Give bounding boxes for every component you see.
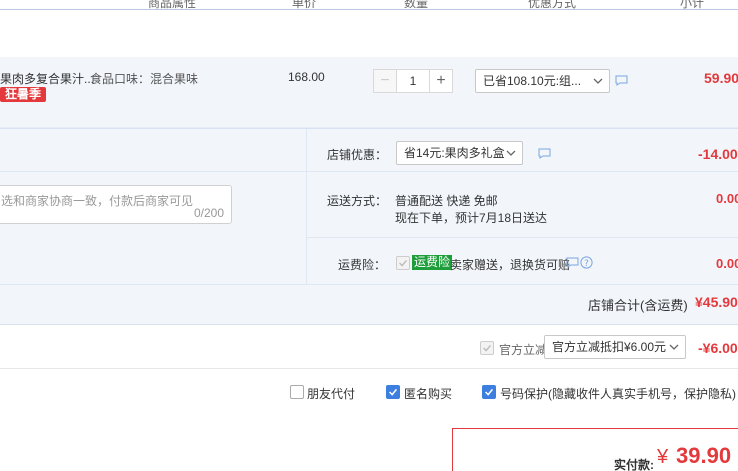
friend-pay-label[interactable]: 朋友代付 [307, 385, 355, 402]
discount-select[interactable]: 已省108.10元:组... [475, 69, 610, 93]
header-discount: 优惠方式 [528, 0, 577, 10]
number-protect-title: 号码保护 [500, 387, 549, 401]
coupon-select[interactable]: 省14元:果肉多礼盒 [396, 141, 523, 165]
message-placeholder: 选和商家协商一致，付款后商家可见 [1, 194, 194, 208]
official-discount-label: 官方立减 [499, 343, 548, 357]
header-subtotal: 小计 [680, 0, 705, 10]
payment-amount: 39.90 [676, 443, 732, 468]
decrease-button[interactable]: − [373, 69, 397, 93]
item-subtotal: 59.90 [704, 70, 738, 86]
header-attrs: 商品属性 [148, 0, 197, 10]
table-header: 商品属性 单价 数量 优惠方式 小计 [0, 0, 738, 10]
shipping-label: 运送方式： [327, 194, 388, 208]
divider [307, 237, 738, 238]
shipping-method: 普通配送 快递 免邮 [395, 194, 498, 208]
item-row: 果肉多复合果汁... 食品口味：混合果味 狂暑季 168.00 − 1 + 已省… [0, 57, 738, 128]
insurance-desc: 卖家赠送，退换货可赔 [450, 258, 571, 272]
divider [306, 129, 307, 284]
increase-button[interactable]: + [429, 69, 453, 93]
promo-tag: 狂暑季 [0, 87, 47, 102]
official-discount-select-value: 官方立减抵扣¥6.00元 [552, 340, 667, 354]
shipping-eta: 现在下单，预计7月18日送达 [395, 211, 548, 225]
discount-select-value: 已省108.10元:组... [483, 74, 582, 88]
official-discount-select[interactable]: 官方立减抵扣¥6.00元 [544, 335, 686, 359]
check-icon [485, 388, 494, 396]
shop-total-label: 店铺合计(含运费) [588, 298, 688, 313]
header-qty: 数量 [404, 0, 429, 10]
chevron-down-icon [593, 78, 603, 84]
number-protect-label[interactable]: 号码保护(隐藏收件人真实手机号，保护隐私) [500, 385, 736, 402]
payment-label: 实付款: [614, 458, 654, 471]
number-protect-desc: (隐藏收件人真实手机号，保护隐私) [548, 387, 737, 401]
shop-total-amount: ¥45.90 [695, 294, 738, 310]
anonymous-checkbox[interactable] [386, 385, 400, 399]
message-count: 0/200 [193, 206, 224, 220]
message-icon[interactable] [566, 257, 579, 268]
shipping-amount: 0.00 [716, 191, 738, 206]
official-discount-amount: -¥6.00 [698, 340, 738, 356]
quantity-input[interactable]: 1 [397, 69, 429, 93]
payment-currency: ¥ [657, 446, 669, 468]
buyer-message-field[interactable]: 选和商家协商一致，付款后商家可见 0/200 [0, 185, 232, 224]
coupon-select-value: 省14元:果肉多礼盒 [404, 146, 505, 160]
chevron-down-icon [506, 150, 516, 156]
insurance-checkbox[interactable] [396, 256, 410, 270]
coupon-amount: -14.00 [698, 146, 738, 162]
chevron-down-icon [669, 344, 679, 350]
divider [0, 284, 738, 285]
insurance-label: 运费险： [338, 258, 387, 272]
payment-summary: 实付款: ¥ 39.90 [452, 428, 738, 471]
message-icon[interactable] [538, 148, 551, 159]
friend-pay-checkbox[interactable] [290, 385, 304, 399]
insurance-amount: 0.00 [716, 256, 738, 271]
item-title[interactable]: 果肉多复合果汁... [0, 70, 94, 87]
shop-summary: 店铺优惠： 省14元:果肉多礼盒 -14.00 选和商家协商一致，付款后商家可见… [0, 128, 738, 325]
help-icon[interactable]: ? [580, 256, 593, 269]
message-icon[interactable] [615, 75, 628, 86]
divider [0, 171, 738, 172]
anonymous-label[interactable]: 匿名购买 [404, 385, 452, 402]
item-attr: 食品口味：混合果味 [90, 72, 199, 86]
svg-text:?: ? [584, 259, 589, 269]
divider [0, 368, 738, 369]
check-icon [399, 259, 407, 267]
check-icon [389, 388, 398, 396]
official-discount-checkbox[interactable] [480, 341, 494, 355]
header-price: 单价 [292, 0, 317, 10]
coupon-label: 店铺优惠： [327, 148, 388, 162]
item-price: 168.00 [288, 70, 325, 84]
quantity-stepper: − 1 + [373, 69, 453, 93]
check-icon [483, 344, 491, 352]
number-protect-checkbox[interactable] [482, 385, 496, 399]
insurance-tag: 运费险 [412, 255, 453, 270]
